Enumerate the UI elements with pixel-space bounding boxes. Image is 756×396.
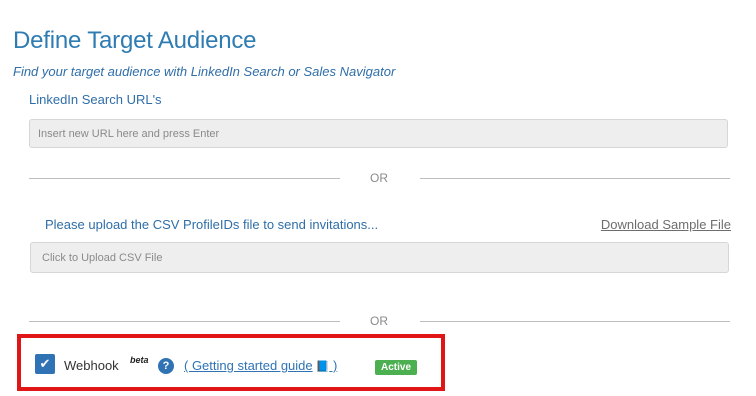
search-url-input[interactable] xyxy=(29,119,728,148)
divider-line-left-1 xyxy=(29,178,340,179)
csv-upload-label: Please upload the CSV ProfileIDs file to… xyxy=(45,217,379,232)
divider-line-left-2 xyxy=(29,321,340,322)
divider-line-right-1 xyxy=(420,178,730,179)
guide-link-close: ) xyxy=(329,358,338,373)
search-url-label: LinkedIn Search URL's xyxy=(29,92,162,107)
beta-superscript: beta xyxy=(130,355,149,365)
or-divider-2: OR xyxy=(370,314,388,328)
book-icon: 📘 xyxy=(315,361,330,373)
webhook-label: Webhook xyxy=(64,358,119,373)
getting-started-guide-link[interactable]: ( Getting started guide 📘 ) xyxy=(184,358,337,373)
download-sample-link[interactable]: Download Sample File xyxy=(601,217,731,232)
page-title: Define Target Audience xyxy=(13,27,257,54)
checkmark-icon: ✔ xyxy=(39,356,51,371)
status-badge: Active xyxy=(375,360,418,375)
csv-upload-button[interactable]: Click to Upload CSV File xyxy=(30,242,729,273)
page-subtitle: Find your target audience with LinkedIn … xyxy=(13,64,396,79)
webhook-checkbox[interactable]: ✔ xyxy=(35,354,55,374)
csv-upload-text: Click to Upload CSV File xyxy=(42,251,163,264)
or-divider-1: OR xyxy=(370,171,388,185)
guide-link-text: ( Getting started guide xyxy=(184,358,313,373)
help-icon[interactable]: ? xyxy=(158,358,174,374)
divider-line-right-2 xyxy=(420,321,730,322)
